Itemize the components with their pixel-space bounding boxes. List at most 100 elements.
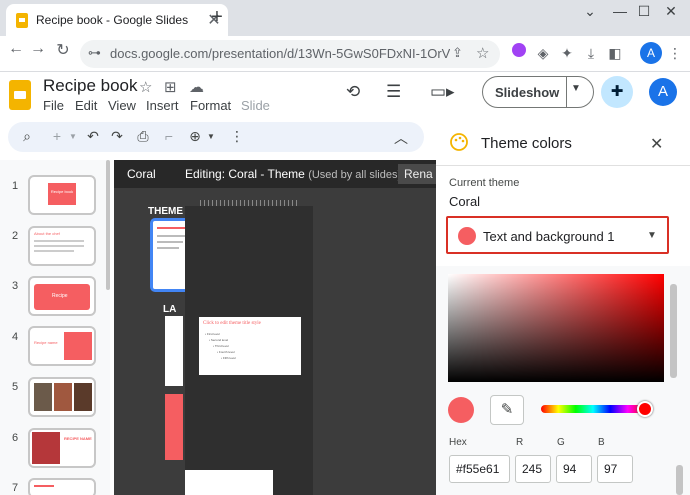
current-color-swatch — [448, 397, 474, 423]
slide-thumb-text: Recipe book — [50, 189, 74, 194]
slides-logo-icon[interactable] — [9, 80, 31, 110]
close-icon[interactable]: ✕ — [650, 134, 663, 154]
eyedropper-icon: ✎ — [500, 401, 514, 418]
paint-format-icon[interactable]: ⌐ — [160, 128, 178, 144]
slide-number: 6 — [12, 432, 19, 444]
slide-thumb-text: About the chef — [34, 231, 60, 236]
canvas-lower-area — [185, 470, 273, 495]
editing-toolbar: ⌕ + ▼ ↶ ↷ ⎙ ⌐ ⊕ ▼ ⋮ ︿ — [8, 122, 424, 152]
hue-slider-handle[interactable] — [637, 401, 653, 417]
rename-button[interactable]: Rena — [398, 164, 438, 184]
menu-view[interactable]: View — [108, 98, 136, 113]
panel-scrollbar[interactable] — [670, 284, 677, 378]
account-avatar[interactable]: A — [649, 78, 677, 106]
b-label: B — [598, 437, 605, 448]
maximize-button[interactable]: ☐ — [629, 3, 659, 20]
reload-button[interactable]: ↻ — [51, 40, 75, 60]
menu-edit[interactable]: Edit — [75, 98, 97, 113]
site-info-icon[interactable]: ⊶ — [88, 45, 101, 61]
editing-title: Editing: Coral - Theme — [185, 167, 305, 181]
slide-thumbnail-6[interactable]: RECIPE NAME — [28, 428, 96, 468]
red-input[interactable]: 245 — [515, 455, 551, 483]
move-folder-icon[interactable]: ⊞ — [164, 78, 177, 96]
comments-icon[interactable]: ☰ — [386, 82, 401, 102]
undo-icon[interactable]: ↶ — [84, 128, 102, 145]
layouts-section-label: LA — [163, 304, 177, 315]
forward-button[interactable]: → — [26, 40, 50, 58]
extension-audio-icon[interactable]: ◈ — [532, 45, 554, 62]
selected-color-label: Text and background 1 — [483, 229, 615, 244]
slide-thumb-text: Recipe name — [34, 340, 58, 345]
browser-profile-avatar[interactable]: A — [640, 42, 662, 64]
tab-search-icon[interactable]: ⌄ — [575, 3, 605, 20]
extensions-puzzle-icon[interactable]: ✦ — [556, 45, 578, 62]
slide-thumbnail-1[interactable]: Recipe book — [28, 175, 96, 215]
slideshow-button[interactable]: Slideshow ▼ — [482, 76, 594, 108]
palette-icon — [450, 133, 468, 156]
slideshow-dropdown-icon[interactable]: ▼ — [571, 83, 581, 94]
panel-scrollbar-lower[interactable] — [676, 465, 683, 495]
slide-thumbnail-2[interactable]: About the chef — [28, 226, 96, 266]
bullet-line: • Fifth level — [221, 356, 236, 360]
green-input[interactable]: 94 — [556, 455, 592, 483]
star-icon[interactable]: ☆ — [139, 78, 152, 96]
hue-slider[interactable] — [541, 405, 645, 413]
print-icon[interactable]: ⎙ — [134, 128, 152, 145]
eyedropper-button[interactable]: ✎ — [490, 395, 524, 425]
slide-preview[interactable]: Click to edit theme title style • First … — [199, 317, 301, 375]
cloud-status-icon[interactable]: ☁ — [189, 78, 204, 96]
saturation-value-picker[interactable] — [448, 274, 664, 382]
menu-slide[interactable]: Slide — [241, 98, 270, 113]
zoom-dropdown-icon[interactable]: ▼ — [202, 132, 220, 141]
current-theme-value: Coral — [449, 194, 481, 209]
close-window-button[interactable]: ✕ — [656, 3, 686, 20]
url-text[interactable]: docs.google.com/presentation/d/13Wn-5GwS… — [110, 46, 450, 61]
redo-icon[interactable]: ↷ — [108, 128, 126, 145]
address-bar[interactable]: ⊶ docs.google.com/presentation/d/13Wn-5G… — [80, 40, 500, 68]
slide-title-placeholder: Click to edit theme title style — [203, 321, 261, 326]
blue-input[interactable]: 97 — [597, 455, 633, 483]
slide-number: 1 — [12, 180, 19, 192]
layout-thumbnail[interactable] — [165, 394, 183, 460]
back-button[interactable]: ← — [4, 40, 28, 58]
hex-input[interactable]: #f55e61 — [449, 455, 510, 483]
g-label: G — [557, 437, 565, 448]
meet-camera-icon[interactable]: ▭▸ — [430, 82, 455, 102]
layout-thumbnail[interactable] — [165, 316, 183, 386]
share-button[interactable]: ✚ — [601, 76, 633, 108]
search-menus-icon[interactable]: ⌕ — [18, 128, 36, 145]
more-options-icon[interactable]: ⋮ — [228, 128, 246, 145]
menu-insert[interactable]: Insert — [146, 98, 179, 113]
editing-scope: (Used by all slides) — [308, 169, 402, 181]
filmstrip-scrollbar[interactable] — [106, 160, 110, 290]
theme-section-label: THEME — [148, 206, 183, 217]
document-title[interactable]: Recipe book — [43, 76, 138, 96]
browser-menu-icon[interactable]: ⋮ — [664, 45, 686, 62]
browser-tab[interactable]: Recipe book - Google Slides ✕ — [6, 4, 228, 36]
download-icon[interactable]: ⤓ — [580, 45, 602, 62]
editing-label: Editing: Coral - Theme (Used by all slid… — [185, 167, 401, 181]
side-panel-icon[interactable]: ◧ — [604, 45, 626, 62]
slide-thumbnail-3[interactable]: Recipe — [28, 276, 96, 316]
tab-title: Recipe book - Google Slides — [36, 13, 189, 27]
slide-body-placeholder: • First level • Second level • Third lev… — [205, 331, 236, 361]
slide-thumb-text: RECIPE NAME — [64, 436, 92, 441]
r-label: R — [516, 437, 524, 448]
hex-label: Hex — [449, 437, 467, 448]
new-slide-dropdown-icon[interactable]: ▼ — [64, 132, 82, 141]
bookmark-star-icon[interactable]: ☆ — [476, 44, 489, 62]
theme-color-select[interactable]: Text and background 1 ▼ — [446, 216, 669, 254]
slide-thumbnail-7[interactable] — [28, 478, 96, 495]
current-theme-label: Current theme — [449, 177, 520, 189]
menu-file[interactable]: File — [43, 98, 64, 113]
version-history-icon[interactable]: ⟲ — [346, 82, 360, 102]
slide-number: 5 — [12, 381, 19, 393]
collapse-toolbar-icon[interactable]: ︿ — [392, 128, 410, 148]
new-tab-button[interactable]: + — [206, 6, 228, 29]
share-page-icon[interactable]: ⇪ — [452, 45, 463, 61]
slide-thumbnail-4[interactable]: Recipe name — [28, 326, 96, 366]
extension-purple-icon[interactable] — [512, 43, 526, 57]
menu-format[interactable]: Format — [190, 98, 231, 113]
slide-thumbnail-5[interactable] — [28, 377, 96, 417]
slideshow-label[interactable]: Slideshow — [495, 85, 559, 100]
